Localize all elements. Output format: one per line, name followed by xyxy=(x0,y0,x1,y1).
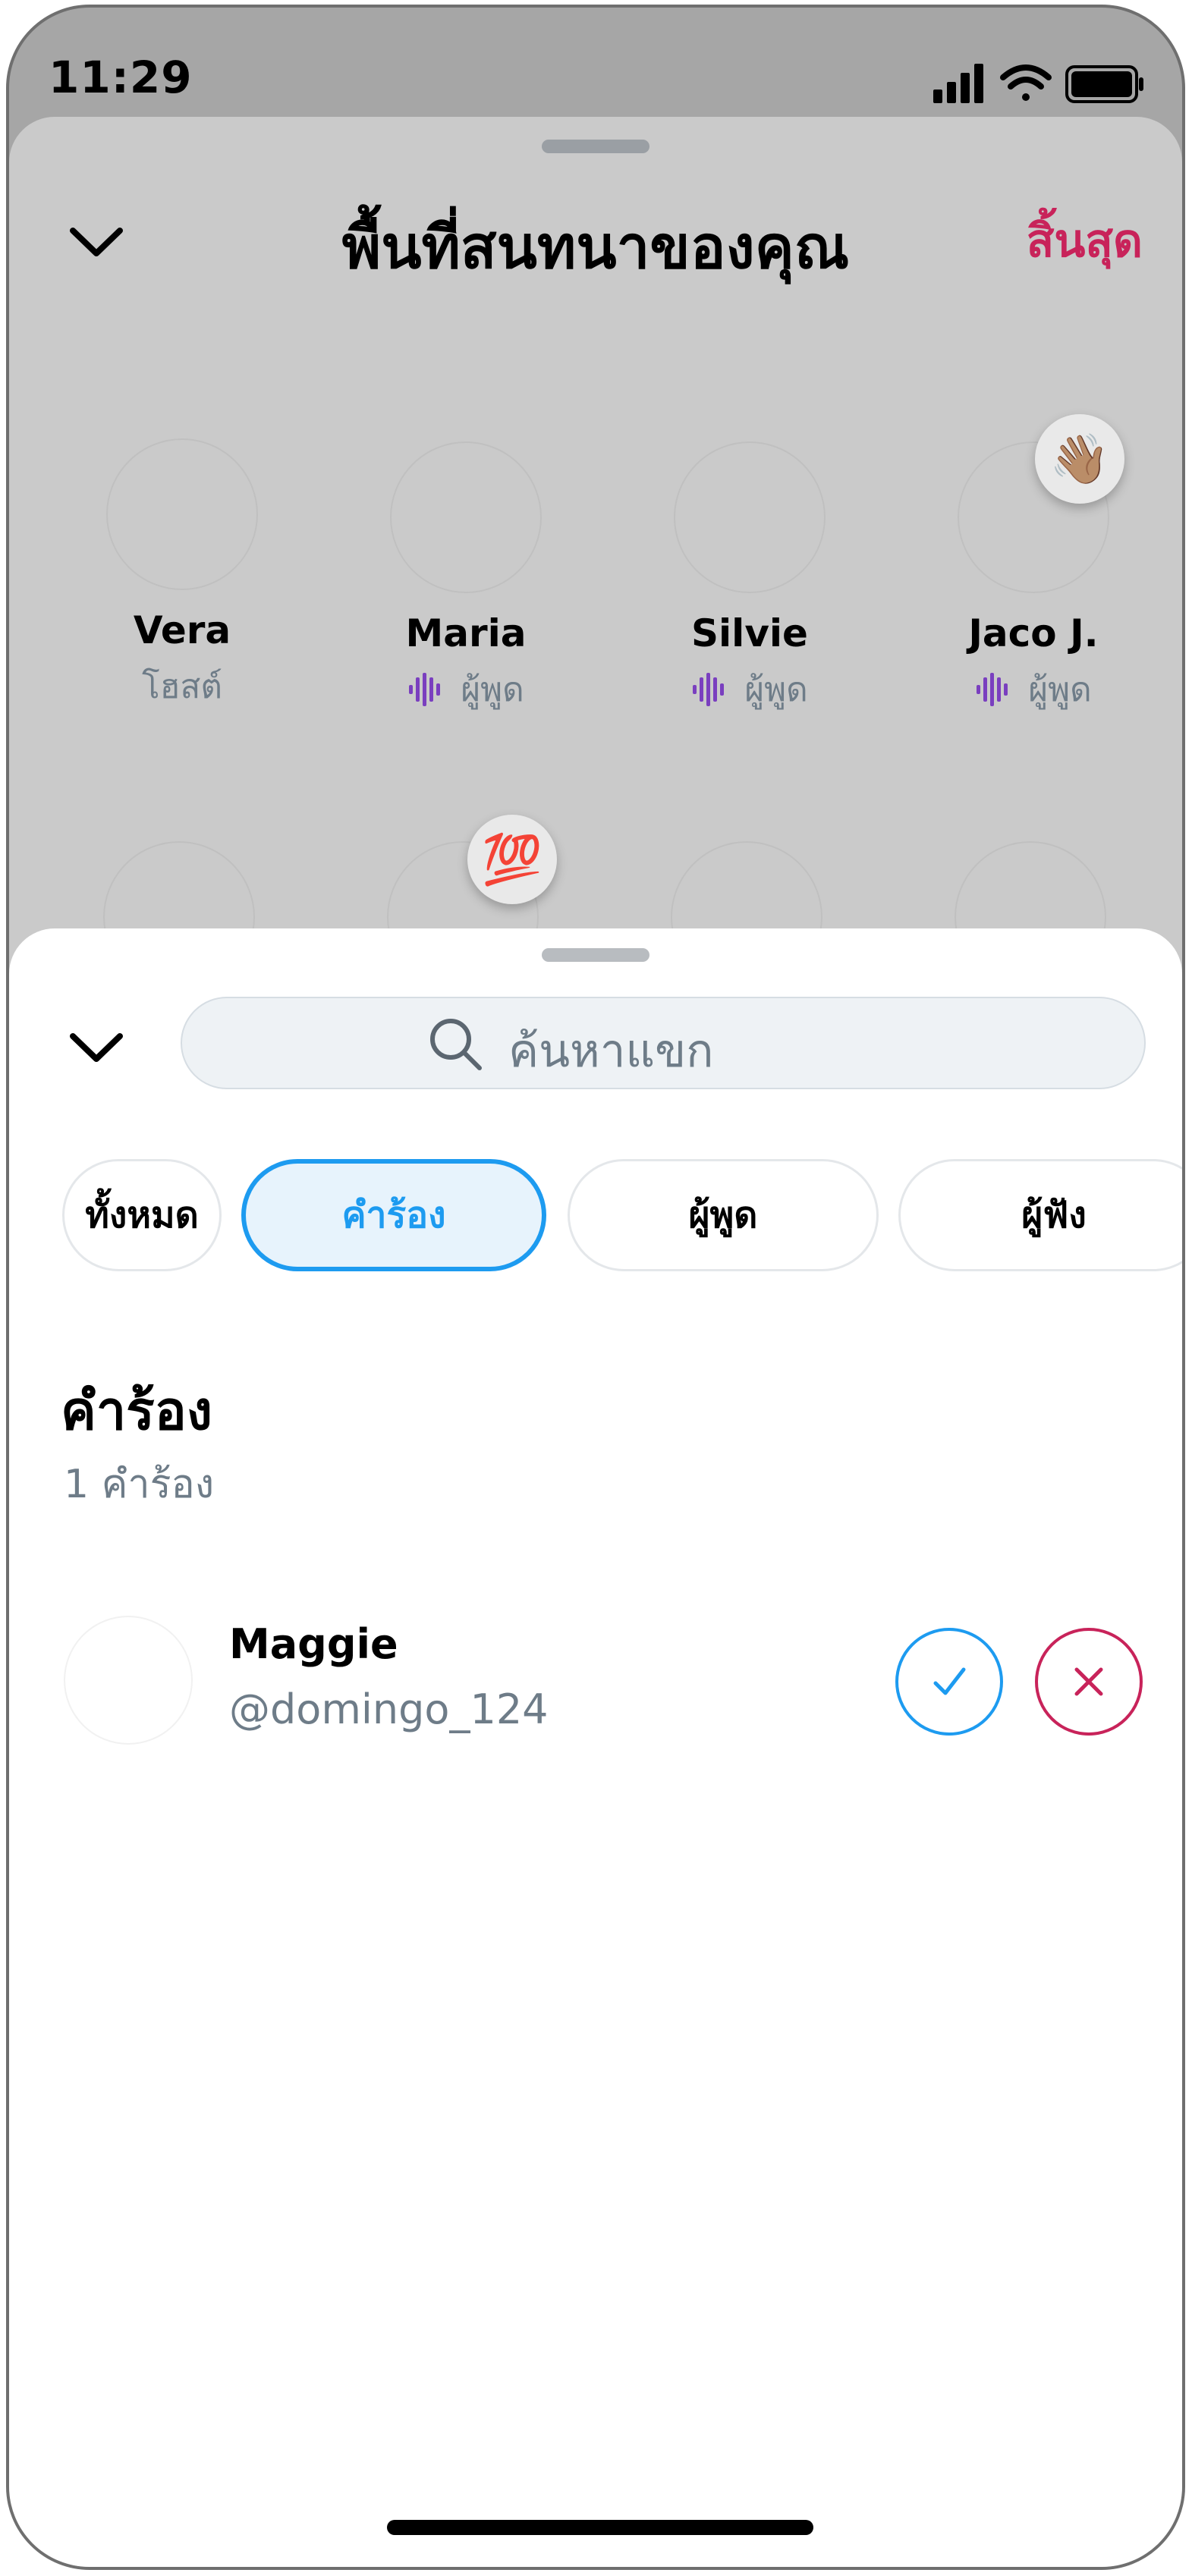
guest-management-sheet: ค้นหาแขก ทั้งหมด คำร้อง ผู้พูด ผู้ฟัง คำ… xyxy=(9,928,1182,2567)
filter-tab-all[interactable]: ทั้งหมด xyxy=(62,1159,222,1271)
participant-maria[interactable]: Maria ผู้พูด xyxy=(337,441,595,716)
participant-silvie[interactable]: Silvie ผู้พูด xyxy=(621,441,879,716)
decline-request-button[interactable] xyxy=(1035,1628,1143,1736)
participant-jaco[interactable]: Jaco J. ผู้พูด xyxy=(904,441,1162,716)
section-title: คำร้อง xyxy=(61,1380,212,1442)
section-count: 1 คำร้อง xyxy=(64,1462,215,1507)
battery-icon xyxy=(1065,65,1143,103)
participant-role: ผู้พูด xyxy=(904,663,1162,716)
participant-role-label: ผู้พูด xyxy=(744,671,808,709)
accept-request-button[interactable] xyxy=(895,1628,1003,1736)
space-drag-handle[interactable] xyxy=(542,140,649,153)
avatar xyxy=(674,441,826,593)
speaking-waveform-icon xyxy=(977,673,1008,706)
end-space-button[interactable]: สิ้นสุด xyxy=(1027,205,1143,277)
participant-role-label: โฮสต์ xyxy=(142,668,222,706)
status-time: 11:29 xyxy=(49,52,193,103)
space-title: พื้นที่สนทนาของคุณ xyxy=(341,214,850,282)
participant-role: โฮสต์ xyxy=(53,660,311,713)
phone-frame: 11:29 พื้นที่สนทนาของคุณ สิ้นสุด Vera โฮ… xyxy=(6,5,1185,2570)
search-placeholder: ค้นหาแขก xyxy=(508,1025,714,1078)
speaking-waveform-icon xyxy=(409,673,441,706)
sheet-drag-handle[interactable] xyxy=(542,948,649,962)
search-icon xyxy=(430,1019,482,1070)
cellular-signal-icon xyxy=(933,64,983,103)
participant-role: ผู้พูด xyxy=(337,663,595,716)
filter-tab-speakers[interactable]: ผู้พูด xyxy=(568,1159,879,1271)
speaking-waveform-icon xyxy=(693,673,725,706)
filter-tab-listeners[interactable]: ผู้ฟัง xyxy=(898,1159,1182,1271)
participant-name: Jaco J. xyxy=(968,611,1099,655)
close-icon xyxy=(1074,1667,1103,1696)
avatar[interactable] xyxy=(64,1616,193,1745)
participant-role: ผู้พูด xyxy=(621,663,879,716)
avatar xyxy=(106,438,258,590)
filter-tab-requests[interactable]: คำร้อง xyxy=(241,1159,546,1271)
check-icon xyxy=(933,1667,966,1695)
requester-handle: @domingo_124 xyxy=(229,1685,549,1733)
participant-role-label: ผู้พูด xyxy=(461,671,524,709)
status-icons xyxy=(933,64,1143,103)
hundred-points-reaction-icon: 💯 xyxy=(467,815,557,904)
wave-reaction-icon: 👋🏽 xyxy=(1035,414,1124,504)
participant-vera[interactable]: Vera โฮสต์ xyxy=(53,438,311,713)
wifi-icon xyxy=(1000,64,1052,101)
participant-name: Silvie xyxy=(691,611,808,655)
participant-role-label: ผู้พูด xyxy=(1028,671,1092,709)
participant-name: Vera xyxy=(133,608,231,652)
search-input[interactable]: ค้นหาแขก xyxy=(181,997,1146,1089)
participant-name: Maria xyxy=(405,611,527,655)
avatar xyxy=(390,441,542,593)
chevron-down-icon[interactable] xyxy=(62,1012,131,1080)
requester-name: Maggie xyxy=(229,1620,398,1668)
home-indicator[interactable] xyxy=(387,2520,813,2535)
